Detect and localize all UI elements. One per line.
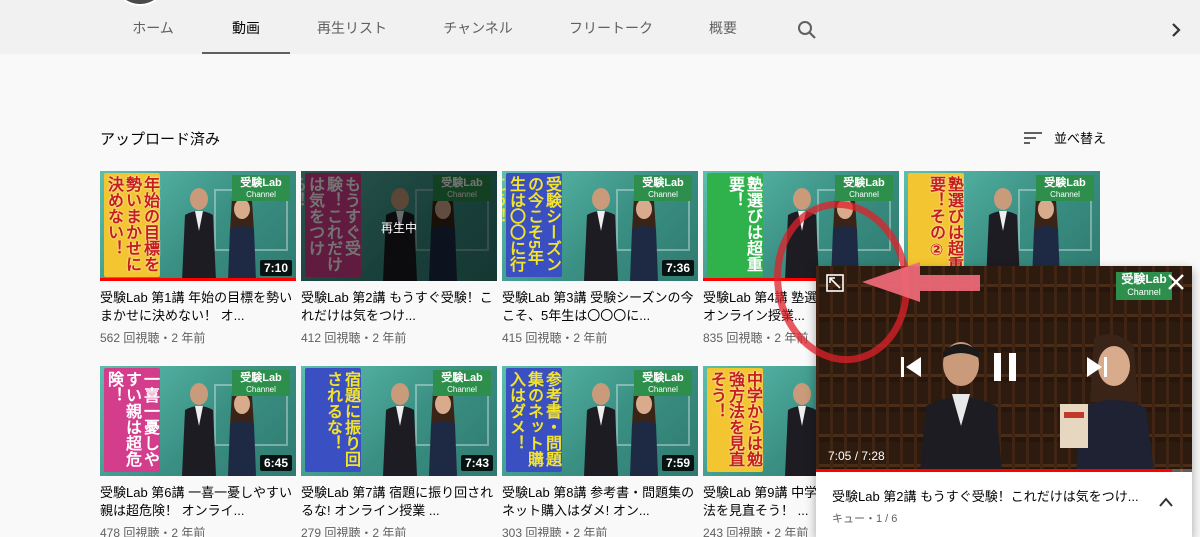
thumbnail-person bbox=[785, 188, 819, 281]
video-title[interactable]: 受験Lab 第7講 宿題に振り回されるな! オンライン授業 ... bbox=[301, 484, 497, 520]
video-meta: 562 回視聴・2 年前 bbox=[100, 331, 206, 345]
mini-player-video[interactable]: 受験Lab Channel 7:05 / 7:28 bbox=[816, 266, 1192, 472]
tab-about[interactable]: 概要 bbox=[696, 0, 750, 54]
thumbnail-person bbox=[630, 390, 658, 476]
channel-logo: 受験LabChannel bbox=[232, 370, 290, 396]
mini-player-time: 7:05 / 7:28 bbox=[828, 449, 885, 463]
previous-icon[interactable] bbox=[900, 356, 922, 378]
thumbnail-person bbox=[182, 188, 216, 281]
mini-player-queue: キュー・1 / 6 bbox=[832, 513, 898, 525]
thumbnail-person bbox=[228, 195, 256, 281]
mini-player-progress[interactable] bbox=[816, 469, 1192, 472]
video-card[interactable]: 受験Lab Channel 宿題に振り回されるな！ 7:43 受験Lab 第7講 宿題に… bbox=[301, 366, 497, 537]
thumbnail-person bbox=[785, 383, 819, 476]
mini-player-logo: 受験Lab Channel bbox=[1116, 272, 1172, 300]
thumbnail-caption: 中学からは勉強方法を見直そう！ bbox=[707, 368, 763, 472]
video-duration: 7:10 bbox=[259, 260, 292, 276]
video-card[interactable]: 受験Lab Channel 一喜一憂しやすい親は超危険！ 6:45 受験Lab 第6講 … bbox=[100, 366, 296, 537]
sort-icon bbox=[1024, 131, 1042, 144]
channel-logo: 受験LabChannel bbox=[232, 175, 290, 201]
video-title[interactable]: 受験Lab 第2講 もうすぐ受験！これだけは気をつけ... bbox=[301, 289, 497, 325]
sort-button[interactable]: 並べ替え bbox=[1024, 128, 1106, 147]
mini-player[interactable]: 受験Lab Channel 7:05 / 7:28 受験Lab 第2講 もうすぐ受… bbox=[816, 266, 1192, 537]
video-card[interactable]: 受験LabChannel受験シーズンの今こそ5年生は〇〇に行こう！7:36受験L… bbox=[502, 171, 698, 346]
video-duration: 7:36 bbox=[661, 260, 694, 276]
mini-player-progress-fill bbox=[816, 469, 1173, 472]
video-thumbnail[interactable]: 受験Lab Channel 参考書・問題集のネット購入はダメ！ 7:59 bbox=[502, 366, 698, 476]
video-duration: 7:59 bbox=[661, 455, 694, 471]
thumbnail-person bbox=[630, 195, 658, 281]
tab-playlists[interactable]: 再生リスト bbox=[300, 0, 404, 54]
video-title[interactable]: 受験Lab 第3講 受験シーズンの今こそ、5年生は〇〇〇に... bbox=[502, 289, 698, 325]
search-icon[interactable] bbox=[797, 20, 817, 40]
video-title[interactable]: 受験Lab 第8講 参考書・問題集のネット購入はダメ! オン... bbox=[502, 484, 698, 520]
chevron-right-icon[interactable] bbox=[1168, 20, 1184, 40]
tab-videos[interactable]: 動画 bbox=[202, 0, 290, 54]
video-title[interactable]: 受験Lab 第6講 一喜一憂しやすい親は超危険！ オンライ... bbox=[100, 484, 296, 520]
thumbnail-caption: 宿題に振り回されるな！ bbox=[305, 368, 361, 472]
video-duration: 6:45 bbox=[259, 455, 292, 471]
close-icon[interactable] bbox=[1166, 272, 1186, 292]
video-meta: 303 回視聴・2 年前 bbox=[502, 526, 608, 537]
sort-label: 並べ替え bbox=[1054, 131, 1107, 146]
next-track-icon[interactable] bbox=[1086, 356, 1108, 378]
video-meta: 415 回視聴・2 年前 bbox=[502, 331, 608, 345]
now-playing-label: 再生中 bbox=[380, 221, 417, 235]
pause-icon[interactable] bbox=[992, 352, 1018, 382]
video-thumbnail[interactable]: 受験Lab Channel 年始の目標を勢いまかせに決めない！ 7:10 bbox=[100, 171, 296, 281]
presenter-woman bbox=[1060, 334, 1154, 472]
video-card[interactable]: 受験Lab Channel 参考書・問題集のネット購入はダメ！ 7:59 受験Lab 第… bbox=[502, 366, 698, 537]
thumbnail-caption: 塾選びは超重要！その② bbox=[908, 173, 964, 277]
channel-logo: 受験LabChannel bbox=[835, 175, 893, 201]
video-thumbnail[interactable]: 受験LabChannel 受験シーズンの今こそ5年生は〇〇に行こう！ 7:36 bbox=[502, 171, 698, 281]
thumbnail-person bbox=[383, 383, 417, 476]
video-thumbnail[interactable]: 受験LabChannelもうすぐ受験！これだけは気をつける！再生中 bbox=[301, 171, 497, 281]
video-thumbnail[interactable]: 受験Lab Channel 宿題に振り回されるな！ 7:43 bbox=[301, 366, 497, 476]
thumbnail-caption: 参考書・問題集のネット購入はダメ！ bbox=[506, 368, 562, 472]
tab-free-talk[interactable]: フリートーク bbox=[556, 0, 666, 54]
video-title[interactable]: 受験Lab 第1講 年始の目標を勢いまかせに決めない！ オ... bbox=[100, 289, 296, 325]
thumbnail-person bbox=[584, 188, 618, 281]
video-meta: 279 回視聴・2 年前 bbox=[301, 526, 407, 537]
channel-tabs-bar: ホーム 動画 再生リスト チャンネル フリートーク 概要 bbox=[0, 0, 1200, 54]
thumbnail-caption: 塾選びは超重要！ bbox=[707, 173, 763, 277]
section-title: アップロード済み bbox=[100, 131, 221, 148]
video-card[interactable]: 受験Lab Channel 年始の目標を勢いまかせに決めない！ 7:10 受験Lab 第… bbox=[100, 171, 296, 346]
channel-logo: 受験LabChannel bbox=[1036, 175, 1094, 201]
video-thumbnail[interactable]: 受験Lab Channel 一喜一憂しやすい親は超危険！ 6:45 bbox=[100, 366, 296, 476]
tab-home[interactable]: ホーム bbox=[112, 0, 194, 54]
watched-progress bbox=[703, 278, 821, 281]
channel-logo: 受験LabChannel bbox=[433, 370, 491, 396]
thumbnail-person bbox=[584, 383, 618, 476]
thumbnail-person bbox=[228, 390, 256, 476]
channel-logo: 受験LabChannel bbox=[634, 370, 692, 396]
thumbnail-caption: 一喜一憂しやすい親は超危険！ bbox=[104, 368, 160, 472]
thumbnail-caption: 受験シーズンの今こそ5年生は〇〇に行こう！ bbox=[502, 173, 562, 277]
chevron-up-icon[interactable] bbox=[1158, 496, 1174, 508]
video-meta: 412 回視聴・2 年前 bbox=[301, 331, 407, 345]
thumbnail-caption: 年始の目標を勢いまかせに決めない！ bbox=[104, 173, 160, 277]
video-thumbnail[interactable]: 受験Lab Channel 塾選びは超重要！その② bbox=[904, 171, 1100, 281]
expand-icon[interactable] bbox=[826, 274, 844, 292]
channel-logo: 受験LabChannel bbox=[634, 175, 692, 201]
thumbnail-person bbox=[182, 383, 216, 476]
tab-channels[interactable]: チャンネル bbox=[428, 0, 528, 54]
watched-progress bbox=[100, 278, 296, 281]
mini-player-title[interactable]: 受験Lab 第2講 もうすぐ受験！これだけは気をつけ... bbox=[832, 486, 1152, 505]
video-thumbnail[interactable]: 受験Lab Channel 塾選びは超重要！ bbox=[703, 171, 899, 281]
video-meta: 478 回視聴・2 年前 bbox=[100, 526, 206, 537]
video-card[interactable]: 受験LabChannelもうすぐ受験！これだけは気をつける！再生中受験Lab 第… bbox=[301, 171, 497, 346]
video-duration: 7:43 bbox=[460, 455, 493, 471]
thumbnail-person bbox=[429, 390, 457, 476]
